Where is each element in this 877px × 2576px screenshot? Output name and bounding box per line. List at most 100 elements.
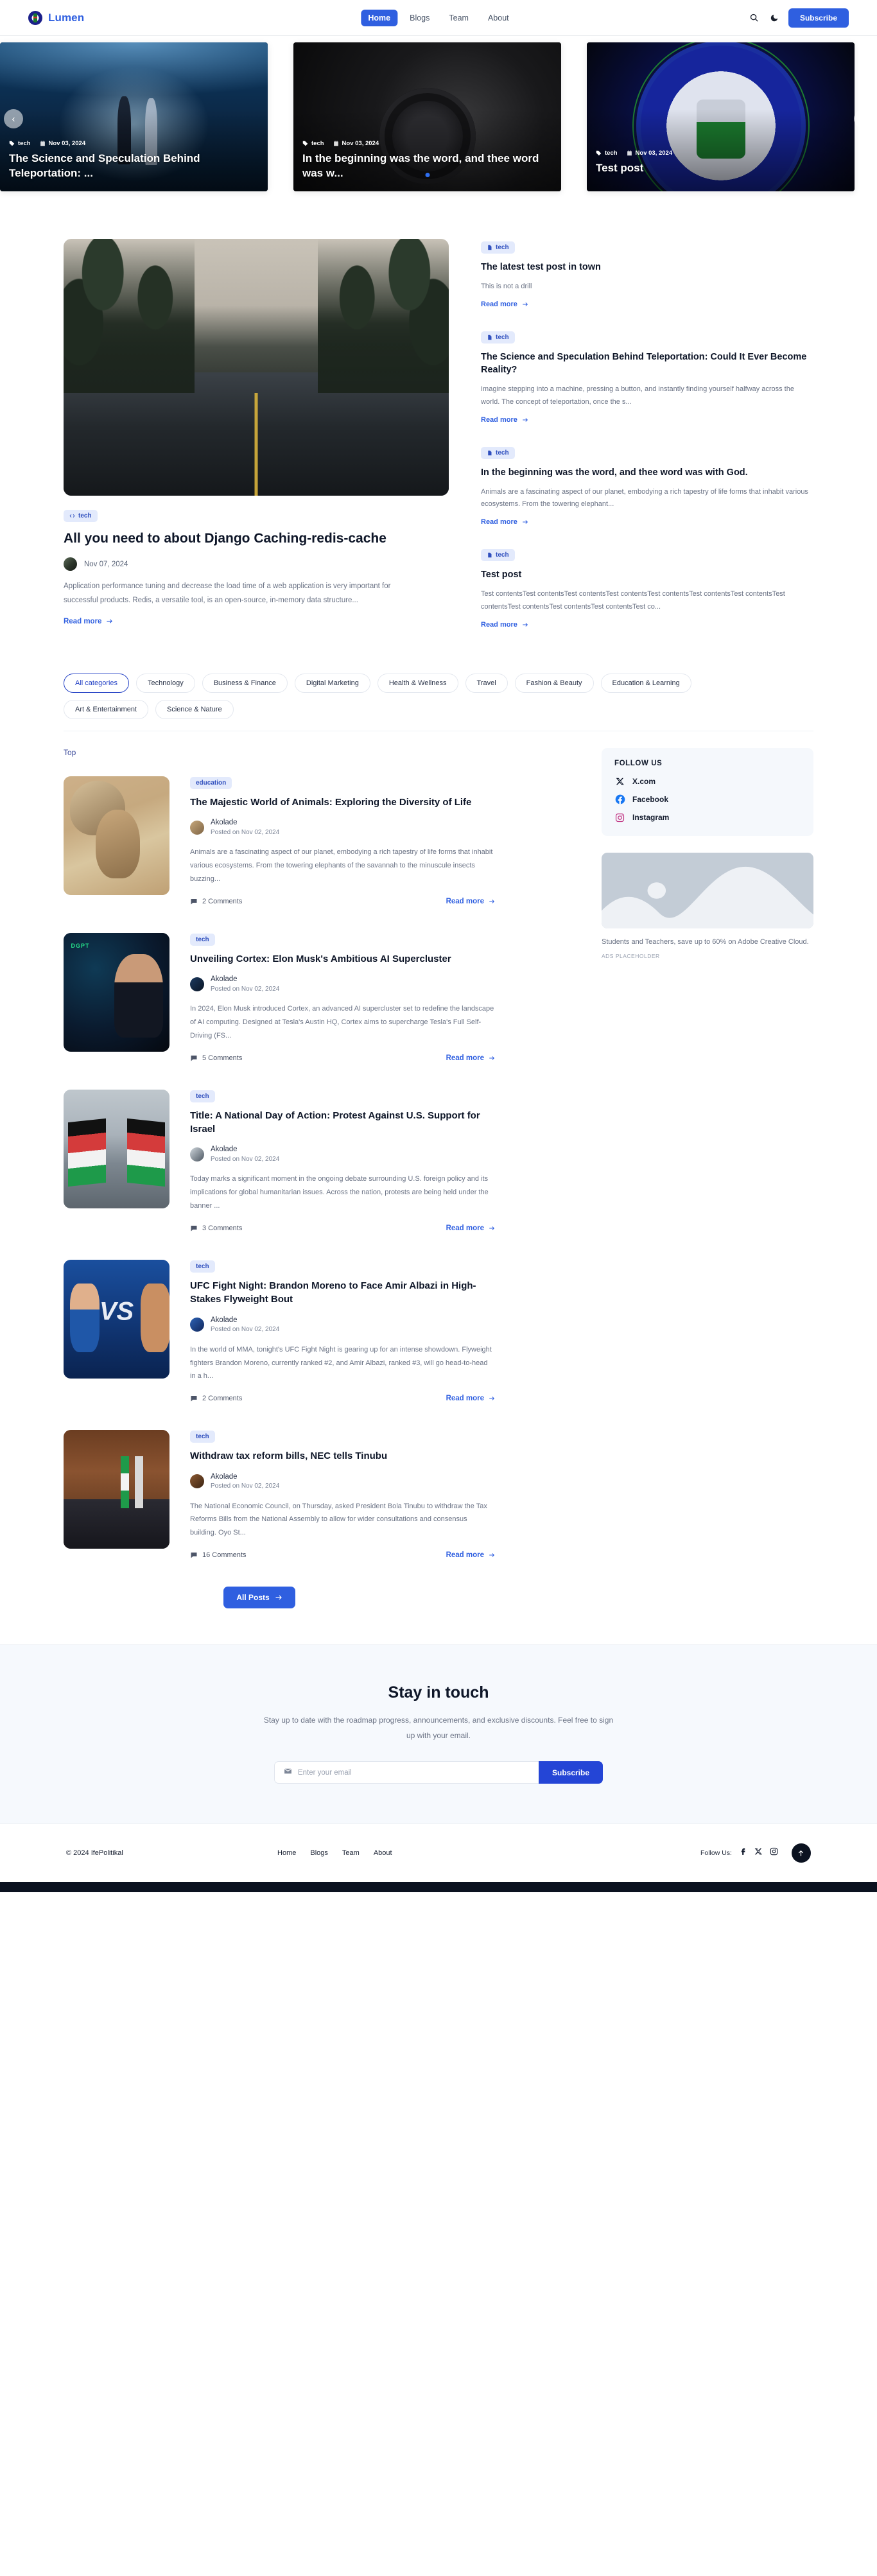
nav-item-blogs[interactable]: Blogs	[403, 10, 437, 26]
search-icon[interactable]	[749, 12, 760, 24]
side-post-item[interactable]: tech The latest test post in town This i…	[481, 241, 813, 309]
back-to-top-button[interactable]	[791, 1843, 811, 1863]
category-chip-digital-marketing[interactable]: Digital Marketing	[294, 673, 370, 693]
read-more-label: Read more	[481, 415, 517, 424]
document-icon	[488, 335, 492, 340]
nav-item-home[interactable]: Home	[361, 9, 398, 26]
read-more-label: Read more	[446, 1395, 484, 1403]
main-nav: Home Blogs Team About	[361, 9, 516, 26]
list-item[interactable]: tech Unveiling Cortex: Elon Musk's Ambit…	[64, 932, 571, 1062]
social-link-instagram[interactable]: Instagram	[614, 812, 801, 823]
social-link-x[interactable]: X.com	[614, 776, 801, 787]
list-item[interactable]: tech Title: A National Day of Action: Pr…	[64, 1089, 571, 1232]
subscribe-button[interactable]: Subscribe	[788, 8, 849, 28]
carousel-next-button[interactable]: ›	[854, 109, 873, 128]
post-comments[interactable]: 2 Comments	[190, 1395, 242, 1402]
category-chip-travel[interactable]: Travel	[465, 673, 508, 693]
post-comments[interactable]: 3 Comments	[190, 1224, 242, 1232]
tag-icon	[596, 150, 602, 156]
side-post-title: Test post	[481, 570, 522, 580]
category-chip-business-finance[interactable]: Business & Finance	[202, 673, 288, 693]
carousel-slide[interactable]: tech Nov 03, 2024 In the beginning was t…	[293, 42, 561, 191]
ad-image-placeholder	[602, 852, 813, 928]
category-chip-art-entertainment[interactable]: Art & Entertainment	[64, 699, 148, 719]
post-comments[interactable]: 5 Comments	[190, 1054, 242, 1062]
copyright-text: © 2024 IfePolitikal	[66, 1849, 123, 1858]
post-tag[interactable]: tech	[190, 1260, 215, 1273]
side-post-read-more-link[interactable]: Read more	[481, 300, 528, 308]
brand-name: Lumen	[48, 11, 85, 24]
post-title: The Majestic World of Animals: Exploring…	[190, 796, 472, 808]
post-read-more-link[interactable]: Read more	[446, 1224, 495, 1232]
category-chip-health-wellness[interactable]: Health & Wellness	[377, 673, 458, 693]
post-read-more-link[interactable]: Read more	[446, 898, 495, 905]
side-post-tag[interactable]: tech	[481, 241, 515, 254]
footer-nav-blogs[interactable]: Blogs	[310, 1849, 328, 1857]
post-thumbnail	[64, 1430, 169, 1549]
post-comments[interactable]: 16 Comments	[190, 1551, 246, 1559]
header-actions: Subscribe	[749, 8, 849, 28]
footer-nav-team[interactable]: Team	[342, 1849, 360, 1857]
carousel-prev-button[interactable]: ‹	[4, 109, 23, 128]
side-post-tag[interactable]: tech	[481, 446, 515, 459]
list-item[interactable]: tech Withdraw tax reform bills, NEC tell…	[64, 1430, 571, 1559]
post-comments[interactable]: 2 Comments	[190, 898, 242, 905]
social-label: Instagram	[632, 813, 670, 822]
category-chip-education-learning[interactable]: Education & Learning	[600, 673, 691, 693]
comment-icon	[191, 1055, 197, 1061]
instagram-icon[interactable]	[770, 1847, 778, 1859]
newsletter-email-input[interactable]	[297, 1768, 530, 1777]
brand-logo-link[interactable]: Lumen	[28, 10, 85, 25]
side-post-item[interactable]: tech The Science and Speculation Behind …	[481, 331, 813, 425]
post-tag[interactable]: tech	[190, 1431, 215, 1443]
facebook-icon[interactable]	[739, 1847, 747, 1859]
carousel-dot[interactable]	[425, 173, 430, 177]
post-author-name: Akolade	[211, 1472, 238, 1481]
arrow-right-icon	[489, 1397, 495, 1401]
side-post-read-more-link[interactable]: Read more	[481, 621, 528, 629]
post-tag[interactable]: tech	[190, 933, 215, 946]
list-item[interactable]: tech UFC Fight Night: Brandon Moreno to …	[64, 1260, 571, 1402]
side-post-tag[interactable]: tech	[481, 549, 515, 562]
all-posts-button[interactable]: All Posts	[223, 1587, 295, 1609]
read-more-label: Read more	[446, 1054, 484, 1062]
x-icon[interactable]	[754, 1847, 763, 1859]
side-post-tag[interactable]: tech	[481, 331, 515, 344]
side-post-item[interactable]: tech In the beginning was the word, and …	[481, 446, 813, 528]
content-area: Top education The Majestic World of Anim…	[64, 731, 813, 1645]
list-item[interactable]: education The Majestic World of Animals:…	[64, 776, 571, 905]
carousel-slide[interactable]: tech Nov 03, 2024 Test post	[587, 42, 855, 191]
read-more-label: Read more	[64, 617, 102, 625]
category-chip-technology[interactable]: Technology	[136, 673, 195, 693]
post-read-more-link[interactable]: Read more	[446, 1395, 495, 1402]
category-chip-all-categories[interactable]: All categories	[64, 673, 130, 693]
post-read-more-link[interactable]: Read more	[446, 1054, 495, 1062]
featured-read-more-link[interactable]: Read more	[64, 618, 113, 625]
side-post-read-more-link[interactable]: Read more	[481, 518, 528, 526]
post-excerpt: The National Economic Council, on Thursd…	[190, 1502, 487, 1537]
footer-nav: Home Blogs Team About	[277, 1849, 392, 1857]
post-tag[interactable]: education	[190, 776, 232, 789]
category-chip-science-nature[interactable]: Science & Nature	[155, 699, 234, 719]
footer-bottom-bar	[0, 1882, 877, 1893]
carousel-slide[interactable]: tech Nov 03, 2024 The Science and Specul…	[0, 42, 268, 191]
nav-item-team[interactable]: Team	[442, 10, 476, 26]
newsletter-subscribe-button[interactable]: Subscribe	[538, 1761, 603, 1784]
post-read-more-link[interactable]: Read more	[446, 1551, 495, 1559]
comment-icon	[191, 1553, 197, 1558]
footer-nav-home[interactable]: Home	[277, 1849, 296, 1857]
footer-nav-about[interactable]: About	[374, 1849, 392, 1857]
category-chip-fashion-beauty[interactable]: Fashion & Beauty	[514, 673, 594, 693]
side-post-item[interactable]: tech Test post Test contentsTest content…	[481, 549, 813, 630]
featured-tag[interactable]: tech	[64, 510, 98, 522]
moon-icon[interactable]	[768, 12, 780, 24]
post-title: Withdraw tax reform bills, NEC tells Tin…	[190, 1450, 388, 1462]
side-post-read-more-link[interactable]: Read more	[481, 416, 528, 424]
nav-item-about[interactable]: About	[481, 10, 516, 26]
featured-excerpt: Application performance tuning and decre…	[64, 582, 391, 604]
social-label: Facebook	[632, 795, 669, 805]
social-link-facebook[interactable]: Facebook	[614, 794, 801, 805]
post-tag[interactable]: tech	[190, 1090, 215, 1102]
ad-card[interactable]: Students and Teachers, save up to 60% on…	[602, 852, 813, 959]
featured-article[interactable]: tech All you need to about Django Cachin…	[64, 239, 449, 630]
